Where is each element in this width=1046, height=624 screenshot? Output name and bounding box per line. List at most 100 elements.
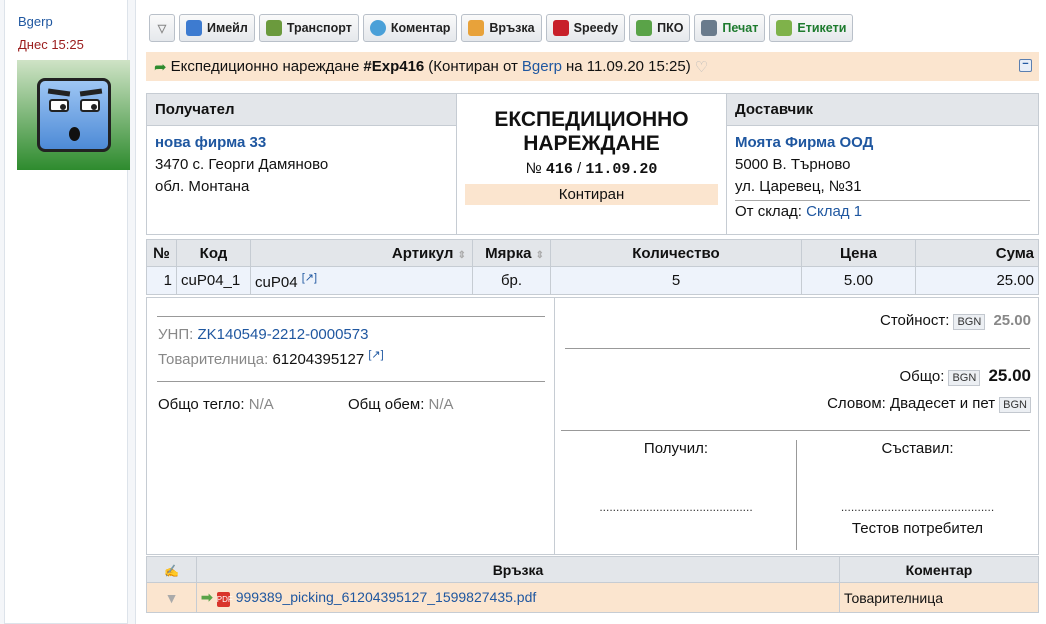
received-label: Получил: (643, 440, 709, 457)
pdf-icon: PDF (216, 591, 233, 607)
unp-line: УНП: ZK140549-2212-0000573 (158, 326, 369, 343)
speedy-button[interactable]: Speedy (545, 14, 626, 42)
recipient-heading: Получател (147, 94, 456, 126)
unp-link[interactable]: ZK140549-2212-0000573 (197, 326, 368, 343)
volume-line: Общ обем: N/A (348, 396, 454, 413)
shipping-details: УНП: ZK140549-2212-0000573 Товарителница… (147, 298, 555, 554)
supplier-heading: Доставчик (727, 94, 1038, 126)
store-link[interactable]: Склад 1 (806, 203, 862, 220)
cell-code: cuP04_1 (176, 266, 251, 295)
document-footer: УНП: ZK140549-2212-0000573 Товарителница… (146, 297, 1039, 555)
labels-button[interactable]: Етикети (769, 14, 854, 42)
sort-icon: ⇕ (457, 249, 466, 261)
totals-section: Стойност: BGN 25.00 Общо: BGN 25.00 Словом… (555, 298, 1038, 554)
col-unit[interactable]: Мярка ⇕ (472, 239, 551, 267)
document-info: ЕКСПЕДИЦИОННО НАРЕЖДАНЕ № 416 / 11.09.20… (457, 94, 726, 234)
links-table: ✍ Връзка Коментар ▼ ➡ PDF 999389_picking_6… (146, 556, 1039, 613)
print-icon (701, 20, 718, 36)
weight-line: Общо тегло: N/A (158, 396, 274, 413)
cell-price: 5.00 (801, 266, 916, 295)
external-link-icon[interactable]: [↗] (302, 272, 317, 284)
col-num: № (146, 239, 177, 267)
compiled-label: Съставил: (881, 440, 954, 457)
document-panel: ▽ Имейл Транспорт Коментар Връзка Speedy… (135, 0, 1046, 624)
email-button[interactable]: Имейл (179, 14, 255, 42)
speedy-icon (552, 20, 569, 36)
comment-icon (369, 20, 386, 36)
avatar-face-icon (36, 78, 111, 152)
row-menu-icon[interactable]: ▼ (146, 582, 197, 613)
recipient-company-link[interactable]: нова фирма 33 (155, 132, 448, 154)
heart-icon[interactable]: ♡ (695, 58, 708, 76)
doc-date: на 11.09.20 15:25) (565, 58, 691, 75)
doc-state: (Контиран от (428, 58, 518, 75)
col-qty: Количество (550, 239, 802, 267)
col-code: Код (176, 239, 251, 267)
doc-user-link[interactable]: Bgerp (522, 58, 562, 75)
cell-qty: 5 (550, 266, 802, 295)
supplier-company-link[interactable]: Моята Фирма ООД (735, 132, 1030, 154)
collapse-button[interactable]: − (1019, 59, 1032, 72)
words-line: Словом: Двадесет и пет BGN (827, 395, 1031, 413)
col-link: Връзка (196, 556, 840, 583)
doc-heading-2: НАРЕЖДАНЕ (523, 132, 660, 155)
edit-icon: ✍ (164, 563, 179, 578)
transport-button[interactable]: Транспорт (258, 14, 359, 42)
cell-num: 1 (146, 266, 177, 295)
doc-heading-1: ЕКСПЕДИЦИОННО (494, 108, 689, 131)
recipient-address-1: 3470 с. Георги Дамяново (155, 156, 329, 173)
waybill-line: Товарителница: 61204395127 [↗] (158, 349, 384, 368)
post-sidebar: Bgerp Днес 15:25 (4, 0, 130, 624)
cell-sum: 25.00 (915, 266, 1039, 295)
email-icon (186, 20, 202, 36)
dropdown-button[interactable]: ▽ (149, 14, 175, 42)
arrow-icon: ➦ (154, 58, 167, 76)
supplier-address-2: ул. Царевец, №31 (735, 176, 1030, 201)
link-icon (468, 20, 485, 36)
comment-button[interactable]: Коментар (362, 14, 458, 42)
col-edit[interactable]: ✍ (146, 556, 197, 583)
doc-number-line: № 416 / 11.09.20 (525, 160, 658, 178)
avatar (17, 60, 130, 170)
table-row: ▼ ➡ PDF 999389_picking_61204395127_1599827… (146, 582, 1039, 613)
external-link-icon[interactable]: [↗] (368, 349, 383, 361)
link-cell: ➡ PDF 999389_picking_61204395127_159982743… (196, 582, 840, 613)
col-comment: Коментар (839, 556, 1039, 583)
author-link[interactable]: Bgerp (18, 14, 53, 29)
recipient-box: Получател нова фирма 33 3470 с. Георги Д… (147, 94, 457, 234)
store-line: От склад: Склад 1 (735, 203, 863, 220)
doc-number: #Exp416 (363, 58, 425, 75)
cell-unit: бр. (472, 266, 551, 295)
col-price: Цена (801, 239, 916, 267)
cell-article: cuP04 [↗] (250, 266, 473, 295)
supplier-address-1: 5000 В. Търново (735, 156, 851, 173)
file-link[interactable]: 999389_picking_61204395127_1599827435.pd… (236, 589, 537, 605)
toolbar: ▽ Имейл Транспорт Коментар Връзка Speedy… (149, 14, 854, 42)
received-signature-line: ........................................… (599, 500, 753, 514)
link-button[interactable]: Връзка (461, 14, 542, 42)
document-header: Получател нова фирма 33 3470 с. Георги Д… (146, 93, 1039, 235)
total-line: Общо: BGN 25.00 (899, 366, 1031, 386)
cash-icon (636, 20, 653, 36)
doc-type: Експедиционно нареждане (170, 58, 360, 75)
compiled-signature-line: ........................................… (840, 500, 995, 514)
chevron-down-icon: ▽ (157, 22, 167, 35)
post-time: Днес 15:25 (18, 37, 84, 52)
label-icon (776, 20, 793, 36)
table-row: 1 cuP04_1 cuP04 [↗] бр. 5 5.00 25.00 (146, 266, 1039, 295)
status-badge: Контиран (465, 184, 718, 205)
recipient-address-2: обл. Монтана (155, 178, 250, 195)
print-button[interactable]: Печат (694, 14, 766, 42)
truck-icon (265, 20, 282, 36)
compiled-by: Тестов потребител (851, 520, 984, 537)
comment-cell: Товарителница (839, 582, 1039, 613)
sort-icon: ⇕ (535, 249, 544, 261)
col-sum: Сума (915, 239, 1039, 267)
items-table: № Код Артикул ⇕ Мярка ⇕ Количество Цена … (146, 239, 1039, 295)
pko-button[interactable]: ПКО (629, 14, 691, 42)
document-title-bar: ➦ Експедиционно нареждане #Exp416 (Конти… (146, 52, 1039, 81)
value-line: Стойност: BGN 25.00 (880, 312, 1031, 330)
supplier-box: Доставчик Моята Фирма ООД 5000 В. Търнов… (726, 94, 1038, 234)
col-article[interactable]: Артикул ⇕ (250, 239, 473, 267)
arrow-right-icon: ➡ (201, 588, 213, 605)
